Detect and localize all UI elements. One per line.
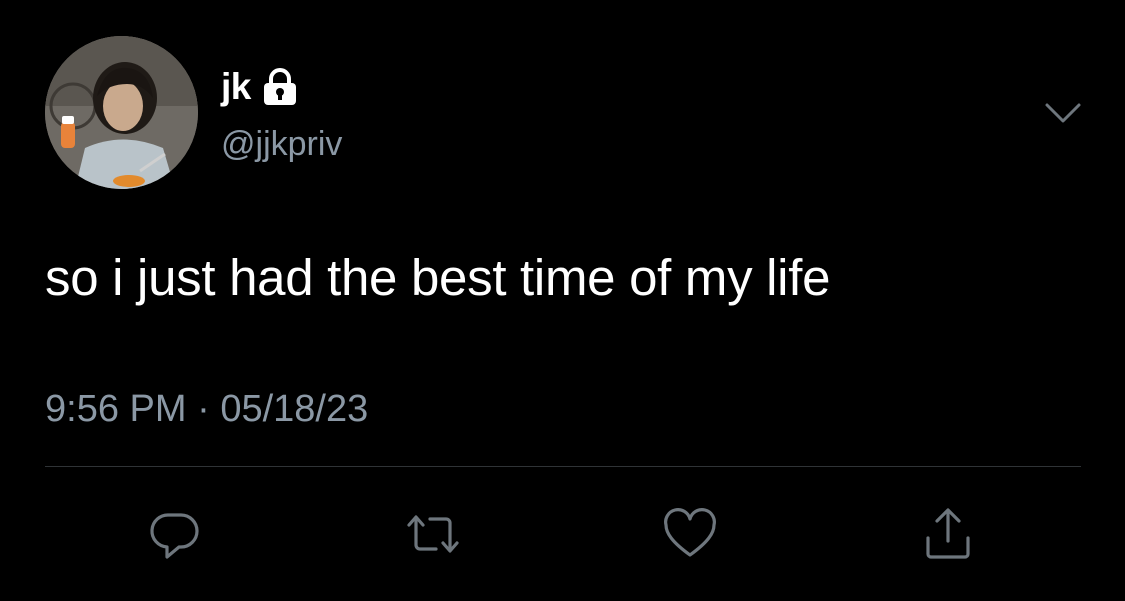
retweet-icon — [407, 515, 459, 553]
name-row: jk — [221, 66, 299, 108]
share-button[interactable] — [918, 505, 978, 565]
reply-icon — [150, 513, 199, 559]
lock-icon — [261, 67, 299, 107]
timestamp-separator: · — [197, 388, 210, 430]
display-name[interactable]: jk — [221, 66, 251, 108]
reply-button[interactable] — [145, 505, 205, 565]
tweet-text: so i just had the best time of my life — [45, 249, 831, 306]
retweet-button[interactable] — [403, 505, 463, 565]
tweet-card: jk @jjkpriv so i just had the best time … — [0, 0, 1125, 601]
avatar[interactable] — [45, 36, 198, 189]
divider — [45, 466, 1081, 467]
user-handle[interactable]: @jjkpriv — [221, 123, 342, 165]
share-icon — [926, 508, 970, 559]
like-button[interactable] — [660, 505, 720, 565]
tweet-date[interactable]: 05/18/23 — [220, 388, 368, 430]
heart-icon — [664, 508, 716, 557]
chevron-down-icon[interactable] — [1044, 100, 1082, 126]
timestamp-row: 9:56 PM · 05/18/23 — [45, 385, 368, 433]
tweet-time[interactable]: 9:56 PM — [45, 388, 187, 430]
